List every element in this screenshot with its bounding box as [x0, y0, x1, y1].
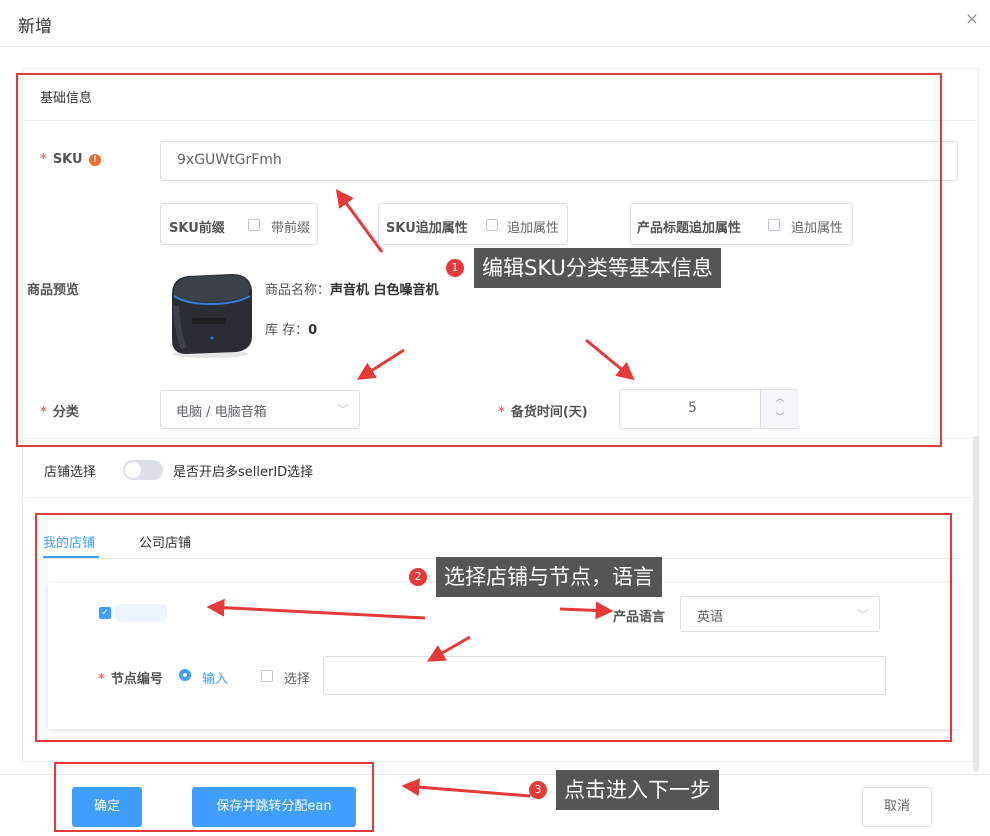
close-icon[interactable]: ×: [963, 10, 981, 28]
dialog-header: [0, 0, 990, 47]
dialog-title: 新增: [18, 17, 52, 37]
annotation-badge-1: 1: [446, 259, 464, 277]
multi-seller-toggle-text: 是否开启多sellerID选择: [173, 465, 314, 480]
annotation-callout-3: 点击进入下一步: [556, 770, 719, 810]
multi-seller-toggle[interactable]: [123, 460, 163, 480]
annotation-badge-3: 3: [529, 781, 547, 799]
annotation-callout-1: 编辑SKU分类等基本信息: [474, 248, 721, 288]
annotation-callout-2: 选择店铺与节点，语言: [436, 557, 662, 597]
arrow-to-buttons: [401, 778, 531, 798]
annotation-box-footer: [54, 762, 374, 832]
annotation-badge-2: 2: [409, 568, 427, 586]
divider: [22, 497, 972, 498]
annotation-box-store: [35, 513, 952, 742]
scrollbar[interactable]: [973, 436, 979, 772]
store-select-label: 店铺选择: [44, 465, 97, 480]
cancel-button[interactable]: 取消: [862, 787, 932, 827]
